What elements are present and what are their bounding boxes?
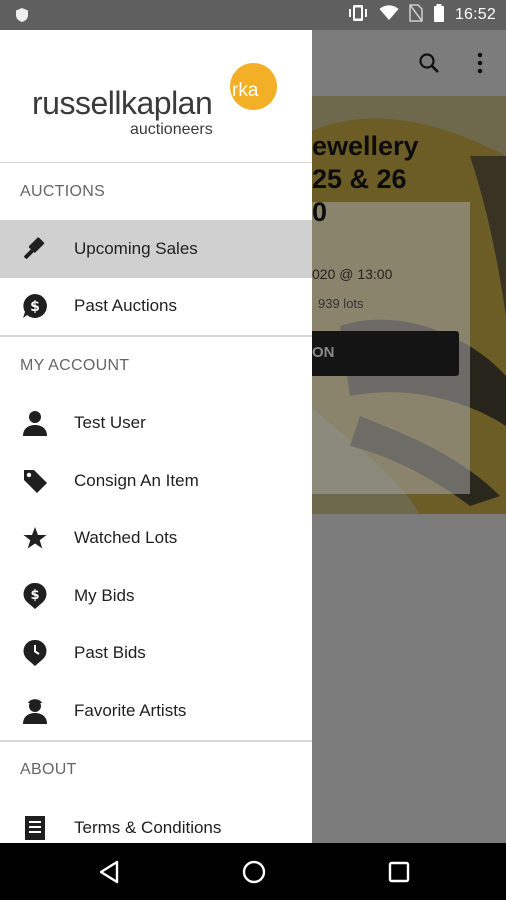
logo-wordmark: russellkaplan: [32, 85, 213, 121]
sale-action-label: ON: [312, 344, 335, 361]
section-header-my-account: MY ACCOUNT: [20, 356, 130, 374]
sale-lot-count: 939 lots: [318, 296, 364, 311]
artist-icon: [20, 697, 50, 725]
drawer-item-my-bids[interactable]: $ My Bids: [0, 567, 312, 625]
dollar-bubble-icon: $: [20, 292, 50, 320]
brand-logo: rka russellkaplan auctioneers: [32, 60, 282, 140]
logo-subtitle: auctioneers: [130, 121, 213, 138]
home-icon[interactable]: [239, 857, 269, 887]
drawer-item-test-user[interactable]: Test User: [0, 394, 312, 452]
drawer-item-past-auctions[interactable]: $ Past Auctions: [0, 278, 312, 336]
sale-title: ewellery 25 & 26 0: [312, 131, 419, 227]
no-sim-icon: [409, 3, 423, 27]
drawer-item-consign-an-item[interactable]: Consign An Item: [0, 452, 312, 510]
recents-icon[interactable]: [384, 857, 414, 887]
drawer-header: rka russellkaplan auctioneers: [0, 30, 312, 163]
section-header-auctions: AUCTIONS: [20, 182, 106, 200]
sale-action-button[interactable]: ON: [300, 331, 459, 376]
back-icon[interactable]: [95, 857, 125, 887]
status-time: 16:52: [454, 6, 496, 23]
clock-pin-icon: [20, 639, 50, 667]
section-header-about: ABOUT: [20, 761, 77, 779]
tag-icon: [20, 467, 50, 495]
drawer-item-favorite-artists[interactable]: Favorite Artists: [0, 682, 312, 740]
navigation-drawer: rka russellkaplan auctioneers AUCTIONS U…: [0, 30, 312, 843]
star-icon: [20, 524, 50, 552]
person-icon: [20, 409, 50, 437]
drawer-item-watched-lots[interactable]: Watched Lots: [0, 509, 312, 567]
svg-text:$: $: [30, 299, 40, 315]
system-nav-bar: [0, 843, 506, 900]
gavel-icon: [20, 235, 50, 263]
battery-icon: [433, 3, 445, 27]
sale-date: 020 @ 13:00: [312, 266, 393, 282]
drawer-item-past-bids[interactable]: Past Bids: [0, 625, 312, 683]
dollar-pin-icon: $: [20, 582, 50, 610]
svg-text:$: $: [30, 588, 39, 603]
drawer-item-upcoming-sales[interactable]: Upcoming Sales: [0, 220, 312, 278]
search-icon[interactable]: [414, 48, 444, 78]
document-icon: [20, 814, 50, 842]
drawer-item-terms-conditions[interactable]: Terms & Conditions: [0, 799, 312, 843]
vibrate-icon: [347, 4, 369, 27]
status-bar: 16:52: [0, 0, 506, 30]
wifi-icon: [379, 4, 399, 26]
logo-badge: rka: [230, 63, 277, 110]
overflow-menu-icon[interactable]: [465, 48, 495, 78]
shield-icon: [14, 7, 30, 23]
